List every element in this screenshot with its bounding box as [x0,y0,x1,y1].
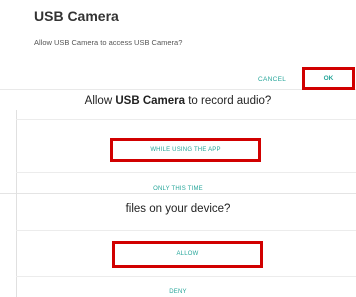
divider [16,230,356,231]
divider [16,119,356,120]
audio-permission-question: Allow USB Camera to record audio? [0,95,356,107]
question-suffix: to record audio? [185,95,272,107]
only-this-time-button[interactable]: ONLY THIS TIME [0,186,356,192]
app-name: USB Camera [115,95,186,107]
question-prefix: Allow [84,95,116,107]
camera-access-dialog: USB Camera Allow USB Camera to access US… [0,0,356,90]
dialog-message: Allow USB Camera to access USB Camera? [34,38,183,47]
divider [16,276,356,277]
deny-button[interactable]: DENY [0,289,356,295]
while-using-app-button[interactable]: WHILE USING THE APP [110,138,261,162]
cancel-button[interactable]: CANCEL [258,76,286,83]
divider [16,110,17,194]
ok-button[interactable]: OK [302,67,355,90]
dialog-title: USB Camera [34,8,119,24]
divider [16,172,356,173]
files-permission-question: files on your device? [125,203,231,215]
allow-button[interactable]: ALLOW [112,241,263,268]
